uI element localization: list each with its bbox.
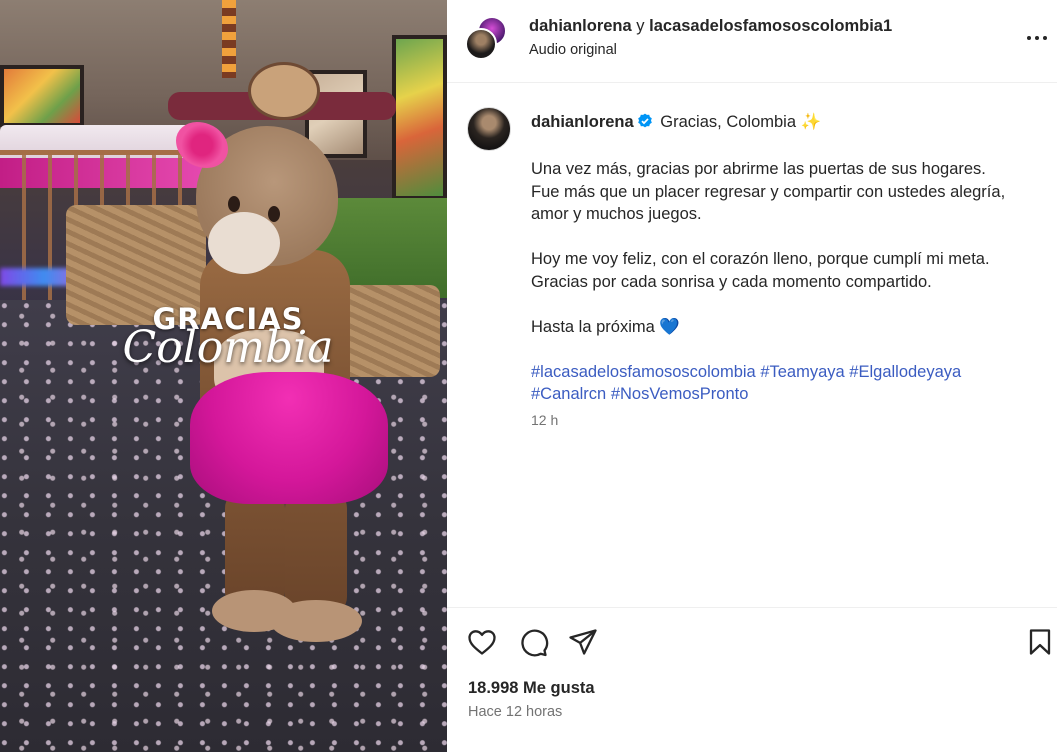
post-age: Hace 12 horas bbox=[468, 704, 563, 720]
mascot-foot bbox=[270, 600, 362, 642]
mascot-eye bbox=[228, 196, 240, 212]
hashtag-list: #lacasadelosfamososcolombia #Teamyaya #E… bbox=[531, 361, 1051, 406]
bear-mascot bbox=[0, 0, 447, 752]
caption-first-line: dahianlorena Gracias, Colombia ✨ bbox=[531, 113, 821, 132]
caption-title: Gracias, Colombia ✨ bbox=[660, 113, 822, 131]
heart-icon[interactable] bbox=[466, 626, 498, 658]
audio-link[interactable]: Audio original bbox=[529, 42, 617, 58]
avatar[interactable] bbox=[467, 107, 511, 151]
overlay-line-2: Colombia bbox=[122, 322, 334, 373]
caption-timestamp[interactable]: 12 h bbox=[531, 412, 558, 428]
username-link[interactable]: dahianlorena bbox=[529, 17, 632, 35]
caption-username[interactable]: dahianlorena bbox=[531, 113, 634, 131]
hashtag-link[interactable]: #NosVemosPronto bbox=[611, 385, 749, 403]
verified-badge-icon bbox=[637, 113, 652, 128]
mascot-eye bbox=[268, 206, 280, 222]
username-joiner: y bbox=[636, 17, 645, 35]
hashtag-link[interactable]: #Elgallodeyaya bbox=[849, 363, 961, 381]
caption-paragraph: Una vez más, gracias por abrirme las pue… bbox=[531, 160, 1006, 223]
mascot-snout bbox=[208, 212, 280, 274]
post-viewer: GRACIAS Colombia dahianlorena y lacasade… bbox=[0, 0, 1057, 752]
video-overlay-text: GRACIAS Colombia bbox=[118, 302, 338, 373]
post-details-panel: dahianlorena y lacasadelosfamososcolombi… bbox=[447, 0, 1057, 752]
header-usernames: dahianlorena y lacasadelosfamososcolombi… bbox=[529, 17, 892, 36]
post-header: dahianlorena y lacasadelosfamososcolombi… bbox=[447, 0, 1057, 83]
share-icon[interactable] bbox=[567, 626, 599, 658]
hashtag-link[interactable]: #Teamyaya bbox=[760, 363, 844, 381]
post-video[interactable]: GRACIAS Colombia bbox=[0, 0, 447, 752]
caption: dahianlorena Gracias, Colombia ✨ Una vez… bbox=[447, 84, 1057, 606]
username-link[interactable]: lacasadelosfamososcolombia1 bbox=[649, 17, 892, 35]
mascot-tutu bbox=[190, 372, 388, 504]
mascot-bow bbox=[176, 122, 228, 168]
comment-icon[interactable] bbox=[517, 626, 549, 658]
bookmark-icon[interactable] bbox=[1024, 626, 1056, 658]
caption-paragraph: Hoy me voy feliz, con el corazón lleno, … bbox=[531, 250, 990, 291]
collab-avatars[interactable] bbox=[465, 16, 507, 60]
action-bar: 18.998 Me gusta Hace 12 horas bbox=[447, 607, 1057, 752]
more-icon[interactable] bbox=[1025, 26, 1049, 50]
caption-paragraph: Hasta la próxima 💙 bbox=[531, 317, 680, 336]
like-count[interactable]: 18.998 Me gusta bbox=[468, 679, 595, 698]
hashtag-link[interactable]: #Canalrcn bbox=[531, 385, 606, 403]
avatar[interactable] bbox=[465, 28, 497, 60]
hashtag-link[interactable]: #lacasadelosfamososcolombia bbox=[531, 363, 756, 381]
caption-body: Una vez más, gracias por abrirme las pue… bbox=[531, 158, 1051, 406]
mascot-leg bbox=[285, 490, 347, 615]
